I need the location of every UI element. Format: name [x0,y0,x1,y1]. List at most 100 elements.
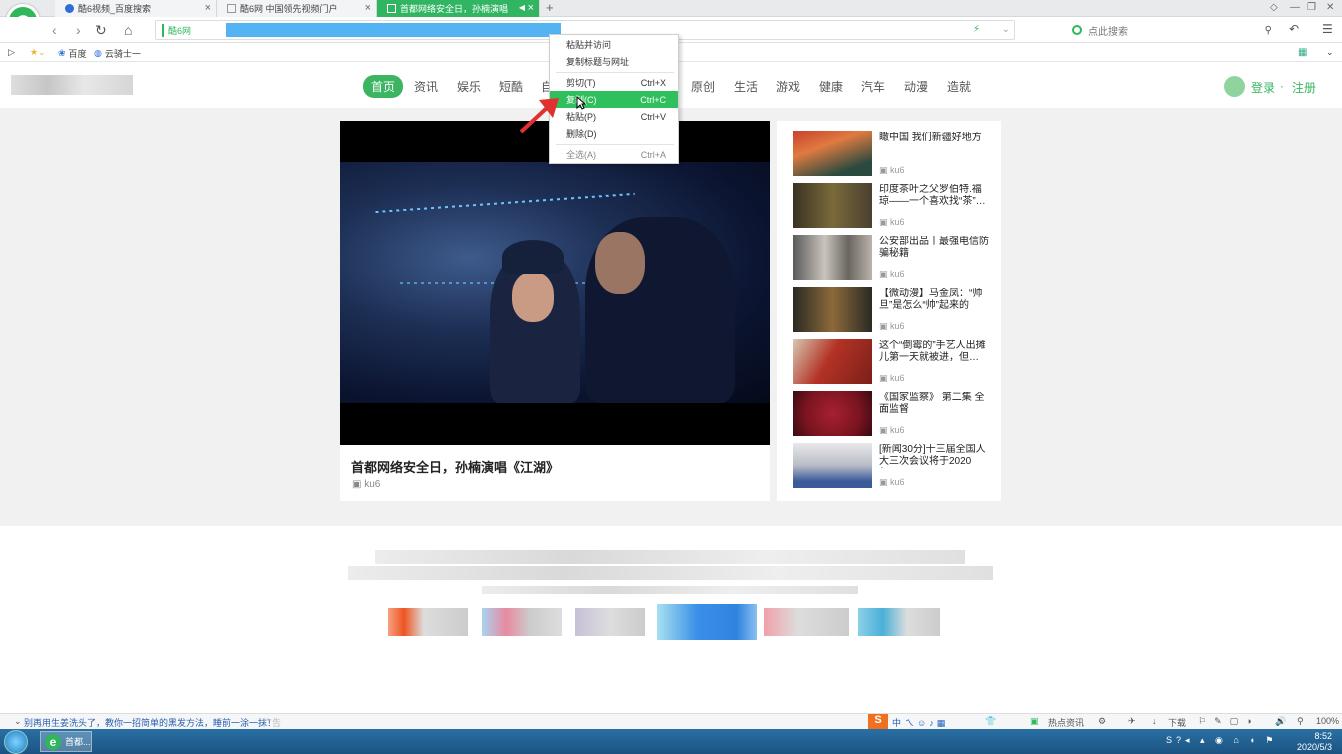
pin-icon[interactable]: ✈ [1128,716,1136,727]
skin-icon[interactable]: ◇ [1270,2,1278,13]
ime-toolbar-icons[interactable]: ㄟ☺♪▦ [905,716,948,729]
list-item-title[interactable]: 瞰中国 我们新疆好地方 [879,132,989,156]
list-item-title[interactable]: 这个“倒霉的”手艺人出摊儿第一天就被进，但… [879,340,989,364]
list-item[interactable]: 瞰中国 我们新疆好地方 ▣ ku6 [793,131,993,177]
system-clock[interactable]: 8:52 2020/5/3 [1297,731,1332,753]
start-button-icon[interactable] [4,730,28,754]
list-item[interactable]: 《国家监察》 第二集 全面监督 ▣ ku6 [793,391,993,437]
nav-item-health[interactable]: 健康 [819,78,843,95]
settings-icon[interactable]: ⚙ [1098,716,1106,727]
nav-item-auto[interactable]: 汽车 [861,78,885,95]
footer-badge[interactable] [482,608,562,636]
download-icon[interactable]: ↓ [1152,716,1157,726]
list-item-title[interactable]: [新闻30分]十三届全国人大三次会议将于2020年… [879,444,989,468]
menu-item-select-all[interactable]: 全选(A) Ctrl+A [550,146,678,163]
video-thumbnail[interactable] [793,391,872,436]
taskbar-app-label: 首都... [65,737,91,747]
video-title[interactable]: 首都网络安全日，孙楠演唱《江湖》 [351,457,559,476]
tab-ku6-home[interactable]: 酷6网 中国领先视频门户 × [217,0,377,17]
list-item-title[interactable]: 印度茶叶之父罗伯特.福琼——一个喜欢找“茶”… [879,184,989,208]
footer-badge[interactable] [388,608,468,636]
menu-item-cut[interactable]: 剪切(T) Ctrl+X [550,74,678,91]
login-link[interactable]: 登录 [1251,79,1275,96]
site-logo[interactable] [11,75,133,95]
list-item[interactable]: 这个“倒霉的”手艺人出摊儿第一天就被进，但… ▣ ku6 [793,339,993,385]
search-box[interactable]: 点此搜索 ⚲ [1072,20,1282,40]
bookmark-baidu[interactable]: ❀ 百度 [58,47,87,60]
nav-item-short[interactable]: 短酷 [499,78,523,95]
tray-icons[interactable]: S?◂ ▴ ◉ ⌂ ◖ ⚑ [1166,735,1277,746]
footer-badge[interactable] [657,604,757,640]
video-thumbnail[interactable] [793,183,872,228]
avatar-icon[interactable] [1224,76,1245,97]
favorites-star-icon[interactable]: ★⌄ [30,47,46,58]
audio-icon[interactable]: ◀ [519,2,525,14]
nav-item-life[interactable]: 生活 [734,78,758,95]
sidebar-toggle-icon[interactable]: ⌄ [14,716,22,727]
register-link[interactable]: 注册 [1292,79,1316,96]
list-item-title[interactable]: 公安部出品丨最强电信防骗秘籍 [879,236,989,260]
menu-item-paste[interactable]: 粘贴(P) Ctrl+V [550,108,678,125]
list-item-title[interactable]: 【微动漫】马金凤：“帅旦”是怎么“帅”起来的 [879,288,989,312]
download-link[interactable]: 下载 [1168,716,1186,729]
list-item[interactable]: 公安部出品丨最强电信防骗秘籍 ▣ ku6 [793,235,993,281]
menu-item-copy[interactable]: 复制(C) Ctrl+C [550,91,678,108]
nav-item-zaojiu[interactable]: 造就 [947,78,971,95]
close-tab-icon[interactable]: × [205,2,211,14]
video-player[interactable] [340,121,770,445]
sidebar-toggle-icon[interactable]: ▷ [8,47,15,58]
zoom-icon[interactable]: ⚲ [1297,716,1304,727]
list-item[interactable]: [新闻30分]十三届全国人大三次会议将于2020年… ▣ ku6 [793,443,993,489]
tab-current-video[interactable]: 首都网络安全日，孙楠演唱 ◀ × [377,0,540,17]
tab-baidu-search[interactable]: 酷6视频_百度搜索 × [55,0,217,17]
video-thumbnail[interactable] [793,131,872,176]
close-tab-icon[interactable]: × [365,2,371,14]
volume-icon[interactable]: 🔊 [1275,716,1286,727]
nav-item-home[interactable]: 首页 [363,75,404,98]
chevron-down-icon[interactable]: ⌄ [1002,24,1010,35]
status-tool-icons[interactable]: ⚐✎▢◑ [1198,716,1260,727]
bookmark-yunqishi[interactable]: ◍ 云骑士一 [94,47,141,60]
taskbar-browser-app[interactable]: e 首都... [40,731,92,752]
status-ad-link[interactable]: 别再用生姜洗头了，教你一招简单的黑发方法，睡前一涂一抹！ [24,716,276,729]
minimize-icon[interactable]: — [1290,2,1300,13]
nav-item-anime[interactable]: 动漫 [904,78,928,95]
search-icon[interactable]: ⚲ [1265,25,1272,36]
list-item-title[interactable]: 《国家监察》 第二集 全面监督 [879,392,989,416]
close-tab-icon[interactable]: × [528,2,534,14]
video-thumbnail[interactable] [793,287,872,332]
list-item[interactable]: 【微动漫】马金凤：“帅旦”是怎么“帅”起来的 ▣ ku6 [793,287,993,333]
featured-video-card[interactable]: 首都网络安全日，孙楠演唱《江湖》 ▣ ku6 [340,121,770,501]
refresh-icon[interactable]: ↻ [95,22,107,39]
close-window-icon[interactable]: ✕ [1326,2,1334,13]
video-thumbnail[interactable] [793,443,872,488]
menu-icon[interactable]: ☰ [1322,22,1333,36]
back-icon[interactable]: ‹ [52,22,57,38]
menu-item-copy-title-url[interactable]: 复制标题与网址 [550,53,678,70]
new-tab-button[interactable]: + [546,0,554,15]
footer-badge[interactable] [858,608,940,636]
footer-badge[interactable] [575,608,645,636]
hot-news-link[interactable]: 热点资讯 [1048,716,1084,729]
menu-item-delete[interactable]: 删除(D) [550,125,678,142]
video-thumbnail[interactable] [793,339,872,384]
chevron-down-icon[interactable]: ⌄ [1326,47,1334,58]
nav-item-original[interactable]: 原创 [691,78,715,95]
nav-item-games[interactable]: 游戏 [776,78,800,95]
footer-badge[interactable] [764,608,849,636]
home-icon[interactable]: ⌂ [124,22,132,38]
video-thumbnail[interactable] [793,235,872,280]
nav-item-news[interactable]: 资讯 [414,78,438,95]
restore-icon[interactable]: ❐ [1307,2,1316,13]
nav-item-entertainment[interactable]: 娱乐 [457,78,481,95]
undo-icon[interactable]: ↶ [1289,22,1299,36]
tshirt-icon[interactable]: 👕 [985,716,996,727]
forward-icon[interactable]: › [76,22,81,38]
speed-mode-icon[interactable]: ⚡ [973,24,980,35]
ime-mode[interactable]: 中 [892,716,901,729]
list-item[interactable]: 印度茶叶之父罗伯特.福琼——一个喜欢找“茶”… ▣ ku6 [793,183,993,229]
apps-icon[interactable]: ▦ [1298,47,1307,58]
menu-item-paste-and-go[interactable]: 粘贴并访问 [550,36,678,53]
zoom-level[interactable]: 100% [1316,716,1339,726]
sogou-ime-icon[interactable]: S [868,714,888,730]
